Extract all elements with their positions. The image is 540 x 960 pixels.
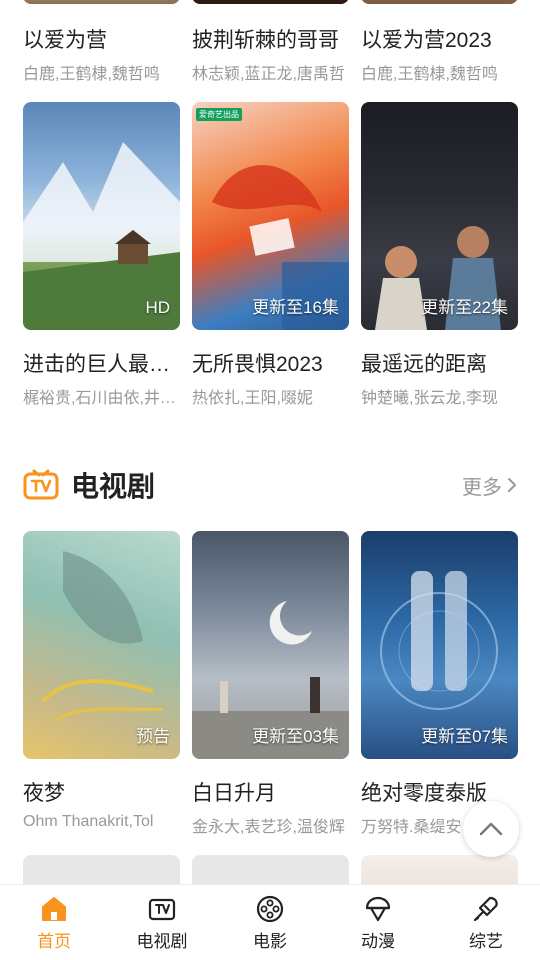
video-title[interactable]: 无所畏惧2023 — [192, 348, 349, 378]
poster-badge: 更新至07集 — [421, 727, 508, 746]
video-title[interactable]: 以爱为营2023 — [361, 24, 518, 54]
video-title[interactable]: 披荆斩棘的哥哥 — [192, 24, 349, 54]
video-cast: 金永大,表艺珍,温俊辉 — [192, 819, 345, 836]
video-title[interactable]: 夜梦 — [23, 777, 180, 807]
tab-tv[interactable]: 电视剧 — [108, 894, 216, 952]
more-label[interactable]: 更多 — [462, 471, 502, 500]
chevron-right-icon[interactable] — [506, 476, 518, 494]
tab-label[interactable]: 动漫 — [361, 927, 395, 952]
video-card[interactable]: HD 进击的巨人最终季 梶裕贵,石川由依,井上麻里奈 — [23, 102, 180, 408]
poster[interactable]: 预告 — [23, 531, 180, 759]
poster-badge: 更新至16集 — [252, 298, 339, 317]
anime-icon[interactable] — [363, 894, 393, 924]
tv-section-header: 电视剧 更多 — [23, 465, 518, 505]
poster[interactable]: HD — [23, 102, 180, 330]
poster[interactable] — [23, 0, 180, 4]
tab-movie[interactable]: 电影 — [216, 894, 324, 952]
poster-badge: HD — [145, 298, 170, 317]
video-card[interactable]: 披荆斩棘的哥哥 林志颖,蓝正龙,唐禹哲 — [192, 0, 349, 84]
home-icon[interactable] — [39, 894, 69, 924]
more-link[interactable]: 更多 — [462, 471, 518, 500]
video-title[interactable]: 进击的巨人最终季 — [23, 348, 180, 378]
video-cast: 钟楚曦,张云龙,李现 — [361, 390, 498, 407]
video-title[interactable]: 白日升月 — [192, 777, 349, 807]
video-card[interactable]: 更新至22集 最遥远的距离 钟楚曦,张云龙,李现 — [361, 102, 518, 408]
chevron-up-icon[interactable] — [478, 821, 504, 837]
video-card[interactable]: 更新至07集 绝对零度泰版 万努特.桑缇安 — [361, 531, 518, 837]
poster[interactable] — [361, 0, 518, 4]
poster-art — [23, 142, 180, 330]
poster-badge: 更新至03集 — [252, 727, 339, 746]
tab-home[interactable]: 首页 — [0, 894, 108, 952]
poster[interactable]: 爱奇艺出品 更新至16集 — [192, 102, 349, 330]
poster[interactable] — [192, 0, 349, 4]
variety-icon[interactable] — [471, 894, 501, 924]
platform-tag: 爱奇艺出品 — [196, 108, 242, 121]
video-card[interactable]: 以爱为营 白鹿,王鹤棣,魏哲鸣 — [23, 0, 180, 84]
poster[interactable]: 更新至07集 — [361, 531, 518, 759]
video-cast: 梶裕贵,石川由依,井上麻里奈 — [23, 390, 180, 407]
tab-label[interactable]: 综艺 — [469, 927, 503, 952]
video-title[interactable]: 以爱为营 — [23, 24, 180, 54]
video-cast: 白鹿,王鹤棣,魏哲鸣 — [361, 66, 498, 83]
video-card[interactable]: 以爱为营2023 白鹿,王鹤棣,魏哲鸣 — [361, 0, 518, 84]
poster-badge: 更新至22集 — [421, 298, 508, 317]
video-cast: 林志颖,蓝正龙,唐禹哲 — [192, 66, 345, 83]
video-cast: Ohm Thanakrit,Tol — [23, 813, 154, 830]
poster[interactable]: 更新至22集 — [361, 102, 518, 330]
tab-label[interactable]: 首页 — [37, 927, 71, 952]
video-card[interactable]: 爱奇艺出品 更新至16集 无所畏惧2023 热依扎,王阳,啜妮 — [192, 102, 349, 408]
bottom-tab-bar: 首页 电视剧 电影 动漫 综艺 — [0, 884, 540, 960]
tv-row: 预告 夜梦 Ohm Thanakrit,Tol 更新至03集 白日升月 金永大,… — [23, 531, 518, 837]
tab-label[interactable]: 电视剧 — [137, 927, 188, 952]
video-card[interactable]: 预告 夜梦 Ohm Thanakrit,Tol — [23, 531, 180, 837]
tab-variety[interactable]: 综艺 — [432, 894, 540, 952]
film-reel-icon[interactable] — [255, 894, 285, 924]
video-cast: 白鹿,王鹤棣,魏哲鸣 — [23, 66, 160, 83]
video-card[interactable]: 更新至03集 白日升月 金永大,表艺珍,温俊辉 — [192, 531, 349, 837]
video-title[interactable]: 最遥远的距离 — [361, 348, 518, 378]
poster[interactable]: 更新至03集 — [192, 531, 349, 759]
poster-badge: 预告 — [136, 727, 170, 746]
tab-label[interactable]: 电影 — [253, 927, 287, 952]
tv-icon[interactable] — [147, 894, 177, 924]
scroll-to-top-button[interactable] — [463, 801, 519, 857]
section-title: 电视剧 — [71, 471, 156, 502]
movie-row: HD 进击的巨人最终季 梶裕贵,石川由依,井上麻里奈 爱奇艺出品 更新至16集 … — [23, 102, 518, 408]
tab-anime[interactable]: 动漫 — [324, 894, 432, 952]
tv-section-icon — [23, 469, 59, 500]
top-row: 以爱为营 白鹿,王鹤棣,魏哲鸣 披荆斩棘的哥哥 林志颖,蓝正龙,唐禹哲 以爱为营… — [23, 0, 518, 84]
video-cast: 热依扎,王阳,啜妮 — [192, 390, 313, 407]
